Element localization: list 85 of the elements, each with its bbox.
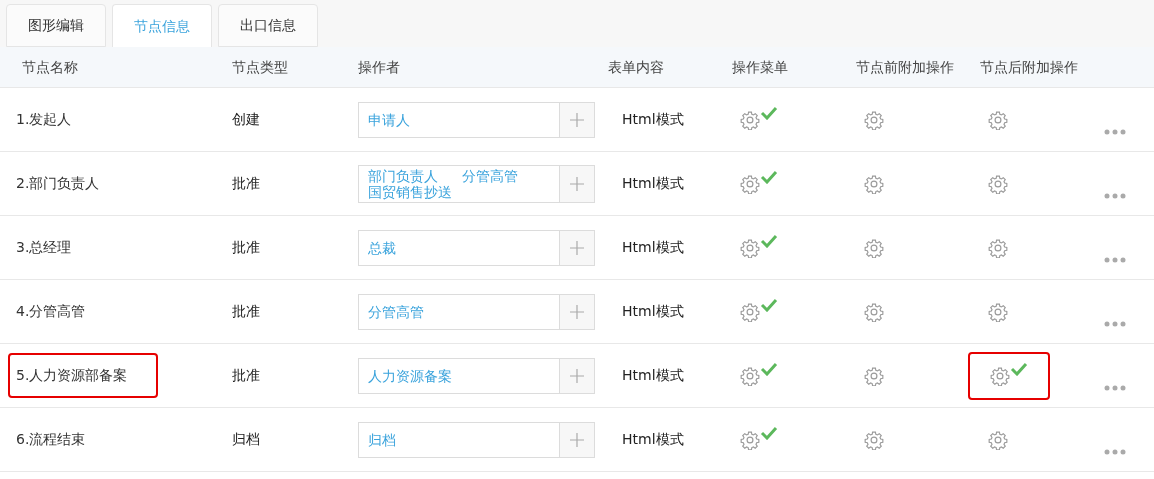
tab[interactable]: 出口信息 [218, 4, 318, 47]
operator-name: 人力资源备案 [368, 367, 452, 384]
gear-icon[interactable] [988, 109, 1008, 130]
operator-name: 总裁 [368, 239, 396, 256]
operator-name: 分管高管 [462, 167, 518, 184]
gear-icon[interactable] [988, 301, 1008, 322]
check-icon [760, 169, 778, 184]
plus-icon [569, 239, 585, 256]
operator-name: 部门负责人 [368, 167, 438, 184]
column-header: 节点后附加操作 [980, 57, 1079, 77]
operator-field[interactable]: 申请人 [358, 101, 560, 138]
add-button[interactable] [560, 357, 595, 394]
node-name: 2.部门负责人 [15, 174, 101, 193]
add-button[interactable] [560, 229, 595, 266]
node-name: 3.总经理 [15, 238, 73, 257]
gear-icon[interactable] [864, 429, 884, 450]
plus-icon [569, 303, 585, 320]
column-header: 节点前附加操作 [856, 57, 955, 77]
form-mode: Html模式 [621, 302, 685, 321]
node-type: 批准 [232, 238, 261, 257]
node-name: 6.流程结束 [15, 430, 87, 449]
check-icon [760, 361, 778, 376]
node-type: 批准 [232, 302, 261, 321]
operator-field[interactable]: 人力资源备案 [358, 357, 560, 394]
operator-name: 申请人 [368, 111, 410, 128]
check-icon [760, 105, 778, 120]
operator-name: 国贸销售抄送 [368, 183, 452, 200]
form-mode: Html模式 [621, 110, 685, 129]
gear-icon[interactable] [864, 237, 884, 258]
node-type: 创建 [232, 110, 261, 129]
check-icon [760, 233, 778, 248]
check-icon [760, 297, 778, 312]
add-button[interactable] [560, 101, 595, 138]
check-icon [1010, 361, 1028, 376]
gear-icon[interactable] [740, 109, 760, 130]
gear-icon[interactable] [864, 365, 884, 386]
add-button[interactable] [560, 164, 595, 203]
add-button[interactable] [560, 293, 595, 330]
operator-field[interactable]: 总裁 [358, 229, 560, 266]
add-button[interactable] [560, 421, 595, 458]
gear-icon[interactable] [864, 173, 884, 194]
operator-field[interactable]: 部门负责人 分管高管 国贸销售抄送 [358, 164, 560, 203]
column-header: 表单内容 [608, 57, 665, 77]
gear-icon[interactable] [988, 173, 1008, 194]
form-mode: Html模式 [621, 174, 685, 193]
form-mode: Html模式 [621, 366, 685, 385]
operator-field[interactable]: 归档 [358, 421, 560, 458]
form-mode: Html模式 [621, 430, 685, 449]
more-icon[interactable] [1104, 320, 1126, 327]
tab[interactable]: 图形编辑 [6, 4, 106, 47]
operator-name: 分管高管 [368, 303, 424, 320]
node-name: 1.发起人 [15, 110, 73, 129]
column-header: 节点名称 [21, 57, 79, 77]
node-name: 4.分管高管 [15, 302, 87, 321]
gear-icon[interactable] [740, 237, 760, 258]
gear-icon[interactable] [740, 429, 760, 450]
gear-icon[interactable] [864, 109, 884, 130]
more-icon[interactable] [1104, 256, 1126, 263]
more-icon[interactable] [1104, 128, 1126, 135]
column-header: 节点类型 [232, 57, 289, 77]
node-type: 批准 [232, 174, 261, 193]
plus-icon [569, 111, 585, 128]
operator-field[interactable]: 分管高管 [358, 293, 560, 330]
gear-icon[interactable] [988, 429, 1008, 450]
gear-icon[interactable] [864, 301, 884, 322]
plus-icon [569, 367, 585, 384]
more-icon[interactable] [1104, 448, 1126, 455]
more-icon[interactable] [1104, 384, 1126, 391]
gear-icon[interactable] [740, 365, 760, 386]
gear-icon[interactable] [740, 301, 760, 322]
check-icon [760, 425, 778, 440]
column-header: 操作菜单 [732, 57, 789, 77]
node-name: 5.人力资源部备案 [8, 353, 158, 398]
more-icon[interactable] [1104, 192, 1126, 199]
gear-icon[interactable] [988, 237, 1008, 258]
operator-name: 归档 [368, 431, 396, 448]
node-type: 归档 [232, 430, 261, 449]
plus-icon [569, 431, 585, 448]
gear-icon[interactable] [740, 173, 760, 194]
plus-icon [569, 175, 585, 192]
tab[interactable]: 节点信息 [112, 4, 212, 47]
form-mode: Html模式 [621, 238, 685, 257]
node-type: 批准 [232, 366, 261, 385]
gear-icon[interactable] [990, 365, 1010, 386]
column-header: 操作者 [358, 57, 401, 77]
